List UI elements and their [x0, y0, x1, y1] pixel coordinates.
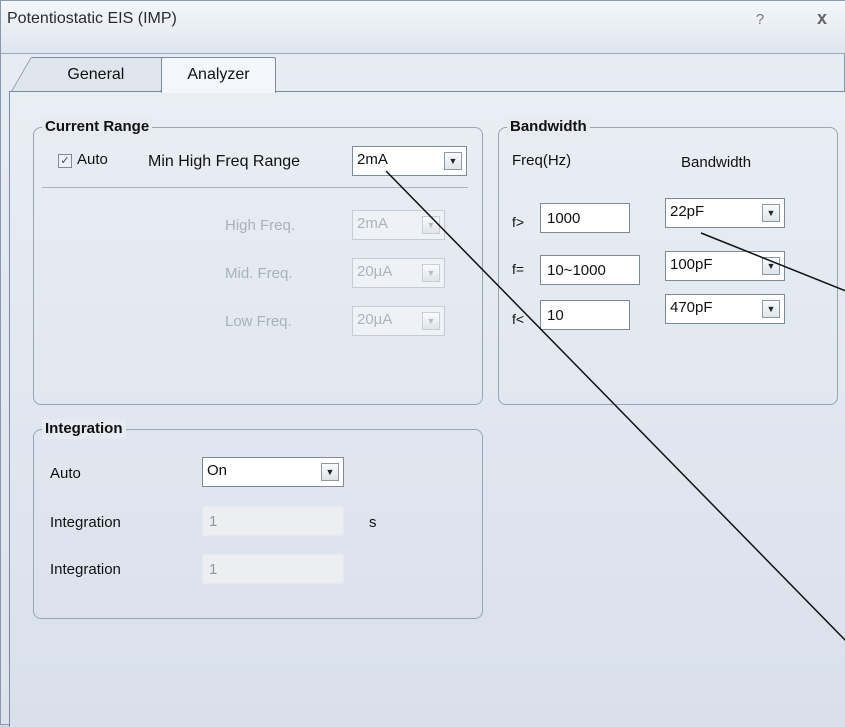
eis-dialog-window: Potentiostatic EIS (IMP) ? x General Ana…	[0, 0, 845, 727]
triangle-down-icon: ▼	[422, 312, 440, 330]
integration-auto-dropdown[interactable]: On ▼	[202, 457, 344, 487]
freq-low-input[interactable]: 10	[540, 300, 630, 330]
integration-value-2: 1	[209, 561, 218, 578]
bw-mid-value: 100pF	[670, 256, 713, 273]
tab-general[interactable]: General	[11, 57, 181, 91]
integration-auto-label: Auto	[50, 465, 81, 482]
tab-analyzer-label: Analyzer	[187, 66, 250, 83]
low-freq-value: 20µA	[357, 311, 393, 328]
freq-mid-value: 10~1000	[547, 262, 606, 279]
low-freq-label: Low Freq.	[225, 313, 292, 330]
close-button[interactable]: x	[809, 8, 835, 32]
window-title: Potentiostatic EIS (IMP)	[7, 10, 177, 27]
min-high-freq-label: Min High Freq Range	[148, 153, 301, 170]
checkmark-icon: ✓	[60, 155, 70, 167]
bandwidth-group: Bandwidth Freq(Hz) Bandwidth f> 1000 22p…	[498, 117, 838, 405]
freq-high-value: 1000	[547, 210, 581, 227]
bw-mid-dropdown[interactable]: 100pF ▼	[665, 251, 785, 281]
op-equal-label: f=	[512, 261, 525, 277]
help-button[interactable]: ?	[749, 11, 771, 33]
tab-analyzer[interactable]: Analyzer	[161, 57, 276, 93]
bw-high-value: 22pF	[670, 203, 705, 220]
current-range-group: Current Range ✓ Auto Min High Freq Range…	[33, 117, 483, 405]
analyzer-tab-panel: Current Range ✓ Auto Min High Freq Range…	[9, 91, 845, 727]
triangle-down-icon[interactable]: ▼	[321, 463, 339, 481]
integration-value-1: 1	[209, 513, 218, 530]
current-range-title: Current Range	[42, 117, 153, 137]
mid-freq-label: Mid. Freq.	[225, 265, 293, 282]
mid-freq-value: 20µA	[357, 263, 393, 280]
auto-range-checkbox[interactable]: ✓	[58, 154, 72, 168]
triangle-down-icon[interactable]: ▼	[762, 257, 780, 275]
low-freq-dropdown: 20µA ▼	[352, 306, 445, 336]
integration-group: Integration Auto On ▼ Integration 1 s In…	[33, 419, 483, 619]
bandwidth-title: Bandwidth	[507, 117, 590, 137]
triangle-down-icon: ▼	[422, 264, 440, 282]
triangle-down-icon[interactable]: ▼	[444, 152, 462, 170]
bw-low-dropdown[interactable]: 470pF ▼	[665, 294, 785, 324]
min-high-freq-dropdown[interactable]: 2mA ▼	[352, 146, 467, 176]
auto-range-label: Auto	[77, 151, 108, 168]
tab-general-label: General	[66, 66, 124, 83]
integration-label-2: Integration	[50, 561, 121, 578]
integration-auto-value: On	[207, 462, 228, 479]
integration-input-2: 1	[202, 554, 344, 584]
min-high-freq-value: 2mA	[357, 151, 388, 168]
triangle-down-icon[interactable]: ▼	[762, 300, 780, 318]
op-greater-label: f>	[512, 214, 525, 230]
op-less-label: f<	[512, 311, 525, 327]
integration-title: Integration	[42, 419, 126, 439]
high-freq-dropdown: 2mA ▼	[352, 210, 445, 240]
freq-mid-input[interactable]: 10~1000	[540, 255, 640, 285]
high-freq-label: High Freq.	[225, 217, 296, 234]
bandwidth-column-header: Bandwidth	[681, 154, 752, 171]
mid-freq-dropdown: 20µA ▼	[352, 258, 445, 288]
high-freq-value: 2mA	[357, 215, 388, 232]
freq-high-input[interactable]: 1000	[540, 203, 630, 233]
integration-label-1: Integration	[50, 514, 121, 531]
triangle-down-icon[interactable]: ▼	[762, 204, 780, 222]
bw-high-dropdown[interactable]: 22pF ▼	[665, 198, 785, 228]
integration-input-1: 1	[202, 506, 344, 536]
freq-low-value: 10	[547, 307, 564, 324]
triangle-down-icon: ▼	[422, 216, 440, 234]
title-bar[interactable]: Potentiostatic EIS (IMP) ? x	[1, 1, 845, 54]
bw-low-value: 470pF	[670, 299, 713, 316]
current-range-separator	[42, 187, 468, 188]
integration-unit-label: s	[369, 514, 377, 531]
freq-column-header: Freq(Hz)	[512, 152, 572, 169]
